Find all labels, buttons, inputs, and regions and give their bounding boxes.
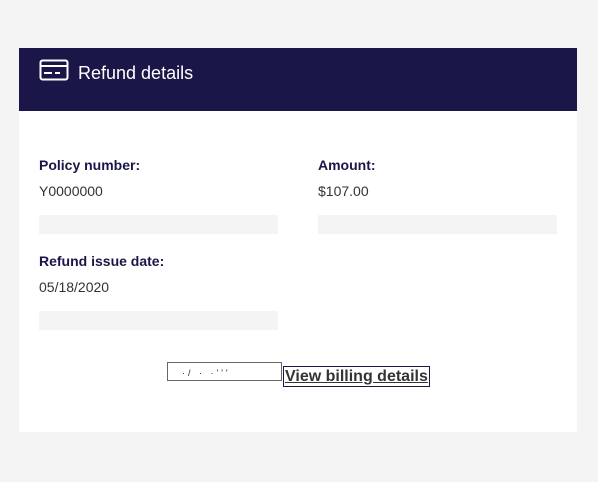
amount-value: $107.00 <box>318 183 369 199</box>
credit-card-icon <box>39 59 69 81</box>
policy-number-value: Y0000000 <box>39 183 103 199</box>
amount-label: Amount: <box>318 157 376 173</box>
amount-placeholder <box>318 215 557 234</box>
policy-number-placeholder <box>39 215 278 234</box>
refund-issue-date-value: 05/18/2020 <box>39 279 110 295</box>
refund-details-card: Refund details Policy number: Y0000000 A… <box>19 48 577 432</box>
broken-action-button-label: ·/ · ·ʹʹʹ <box>182 368 231 378</box>
card-header: Refund details <box>19 48 577 111</box>
policy-number-label: Policy number: <box>39 157 141 173</box>
broken-action-button[interactable]: ·/ · ·ʹʹʹ <box>167 362 282 381</box>
page-title: Refund details <box>78 63 194 83</box>
refund-issue-date-placeholder <box>39 311 278 330</box>
view-billing-details-link[interactable]: View billing details <box>283 366 430 387</box>
refund-issue-date-label: Refund issue date: <box>39 253 165 269</box>
